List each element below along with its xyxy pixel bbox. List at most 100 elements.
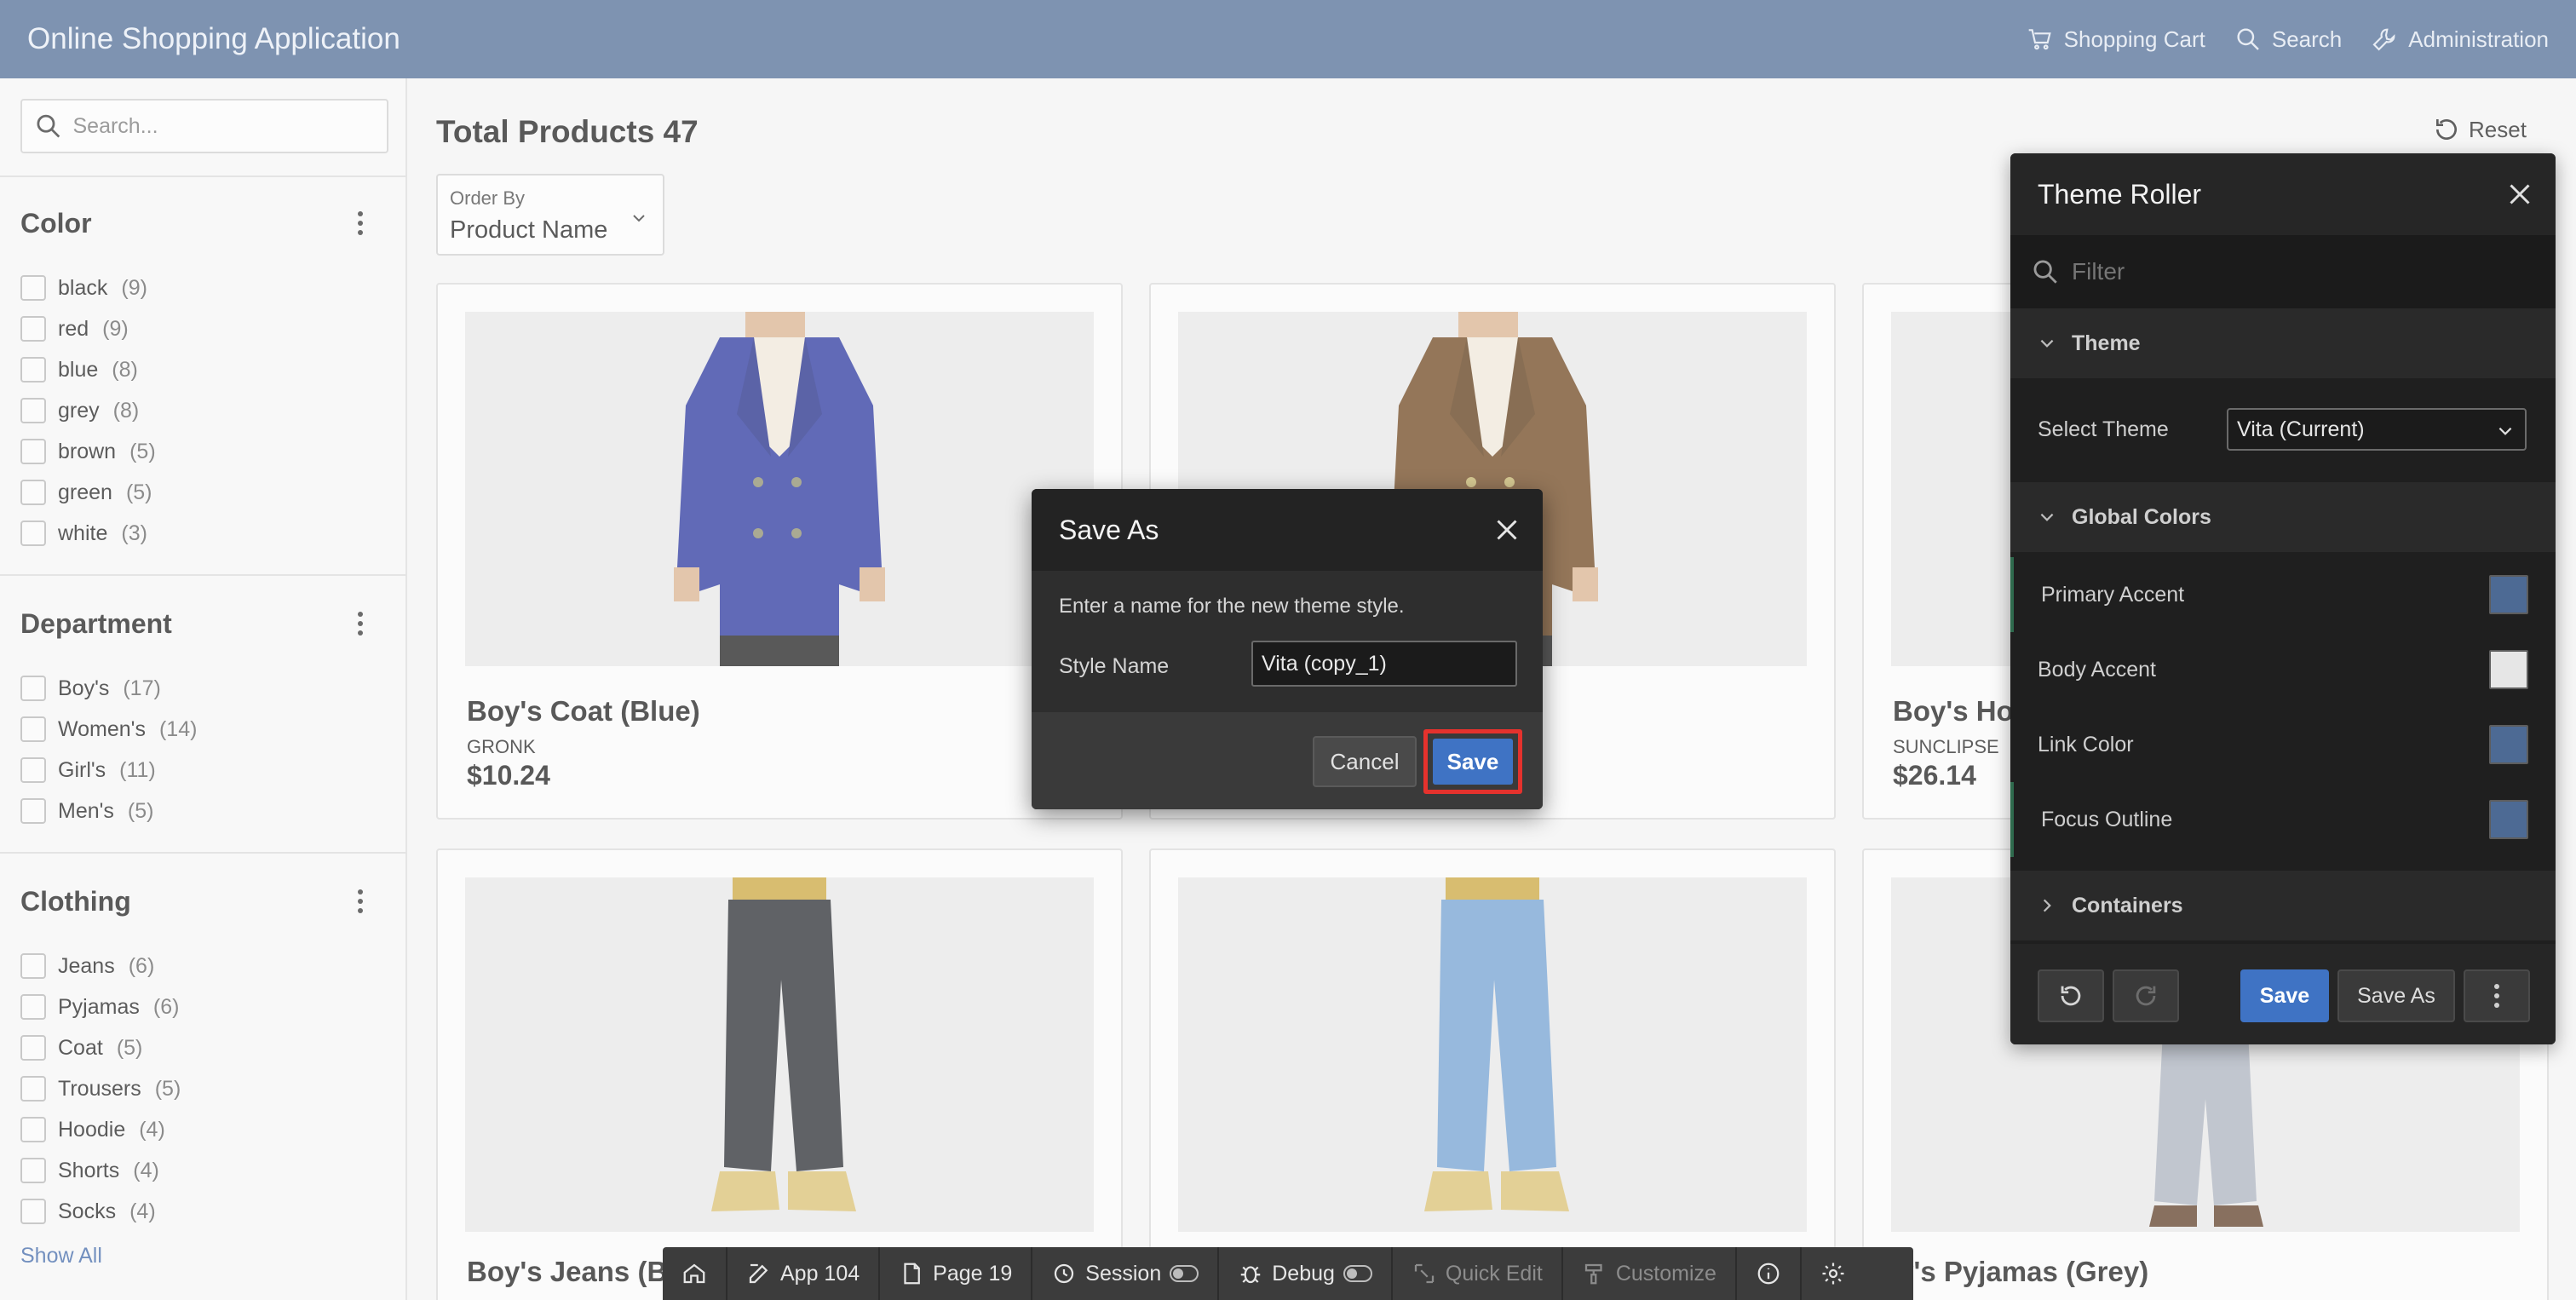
style-name-input[interactable] [1251,641,1517,687]
dialog-message: Enter a name for the new theme style. [1059,595,1405,618]
checkbox[interactable] [20,1158,46,1183]
theme-section-toggle[interactable]: Theme [2010,308,2556,378]
show-all-link[interactable]: Show All [20,1244,102,1268]
theme-save-as-button[interactable]: Save As [2337,969,2455,1022]
theme-roller-filter[interactable] [2010,235,2556,308]
facet-option[interactable]: Trousers (5) [20,1075,181,1102]
facet-option[interactable]: Coat (5) [20,1034,142,1061]
checkbox[interactable] [20,1076,46,1102]
app-label: App 104 [780,1261,860,1286]
debug-button[interactable]: Debug [1219,1247,1393,1300]
facet-option[interactable]: Girl's (11) [20,756,156,784]
checkbox[interactable] [20,1199,46,1224]
session-toggle[interactable] [1170,1265,1199,1282]
checkbox[interactable] [20,994,46,1020]
theme-save-button[interactable]: Save [2240,969,2329,1022]
option-count: (17) [123,676,161,700]
facet-option[interactable]: red (9) [20,315,129,342]
facet-option[interactable]: Shorts (4) [20,1157,159,1184]
close-icon[interactable] [2504,179,2535,210]
color-swatch[interactable] [2489,725,2528,764]
info-button[interactable] [1737,1247,1802,1300]
product-name[interactable]: Boy's Ho [1893,695,2014,728]
settings-button[interactable] [1802,1247,1865,1300]
checkbox[interactable] [20,480,46,505]
filter-input[interactable] [2072,258,2532,285]
reset-button[interactable]: Reset [2433,116,2527,143]
checkbox[interactable] [20,953,46,979]
product-image[interactable] [1178,877,1807,1232]
page-label: Page 19 [933,1261,1013,1286]
search-link[interactable]: Search [2234,26,2342,53]
color-swatch[interactable] [2489,575,2528,614]
product-name[interactable]: Boy's Jeans (Bl [467,1256,675,1288]
product-name[interactable]: Boy's Coat (Blue) [467,695,700,728]
facet-option[interactable]: Boy's (17) [20,675,161,702]
style-name-label: Style Name [1059,654,1170,678]
checkbox[interactable] [20,275,46,301]
dialog-footer: Cancel Save [1032,712,1543,809]
close-icon[interactable] [1492,515,1522,545]
product-price: $26.14 [1893,760,1976,791]
facet-option[interactable]: grey (8) [20,397,139,424]
product-card[interactable]: Boy's Jeans (Bl [436,848,1123,1300]
containers-section-toggle[interactable]: Containers [2010,871,2556,940]
facet-search-box[interactable] [20,99,388,153]
checkbox[interactable] [20,1117,46,1142]
checkbox[interactable] [20,1035,46,1061]
more-actions-button[interactable] [2464,969,2530,1022]
product-card[interactable] [1149,848,1836,1300]
checkbox[interactable] [20,676,46,701]
product-image[interactable] [465,877,1094,1232]
color-swatch[interactable] [2489,800,2528,839]
product-name[interactable]: oy's Pyjamas (Grey) [1881,1256,2148,1288]
order-by-select[interactable]: Order By Product Name [436,174,664,256]
quick-edit-button[interactable]: Quick Edit [1393,1247,1563,1300]
facet-option[interactable]: green (5) [20,479,152,506]
home-button[interactable] [663,1247,727,1300]
facet-actions-menu-clothing[interactable] [348,884,373,918]
save-button[interactable]: Save [1433,739,1513,785]
customize-button[interactable]: Customize [1563,1247,1737,1300]
facet-option[interactable]: Women's (14) [20,716,197,743]
debug-toggle[interactable] [1343,1265,1372,1282]
facet-option[interactable]: Men's (5) [20,797,153,825]
facet-option[interactable]: Jeans (6) [20,952,154,980]
redo-button[interactable] [2113,969,2179,1022]
facet-actions-menu-color[interactable] [348,206,373,240]
facet-option[interactable]: black (9) [20,274,147,302]
checkbox[interactable] [20,757,46,783]
select-theme-dropdown[interactable]: Vita (Current) [2227,408,2527,451]
page-button[interactable]: Page 19 [880,1247,1033,1300]
checkbox[interactable] [20,398,46,423]
search-label: Search [2271,26,2343,52]
app-title[interactable]: Online Shopping Application [27,22,400,56]
shopping-cart-link[interactable]: Shopping Cart [2027,26,2205,53]
app-button[interactable]: App 104 [727,1247,881,1300]
checkbox[interactable] [20,798,46,824]
undo-button[interactable] [2038,969,2104,1022]
facet-actions-menu-department[interactable] [348,607,373,641]
checkbox[interactable] [20,716,46,742]
checkbox[interactable] [20,357,46,383]
color-row-body-accent: Body Accent [2010,632,2556,707]
session-button[interactable]: Session [1032,1247,1220,1300]
facet-option[interactable]: Hoodie (4) [20,1116,165,1143]
checkbox[interactable] [20,521,46,546]
global-colors-section-toggle[interactable]: Global Colors [2010,482,2556,552]
product-card[interactable]: Boy's Coat (Blue) GRONK $10.24 [436,283,1123,820]
facet-option[interactable]: blue (8) [20,356,138,383]
facet-option[interactable]: brown (5) [20,438,156,465]
administration-link[interactable]: Administration [2371,26,2549,53]
global-colors-label: Global Colors [2072,504,2211,529]
facet-search-input[interactable] [72,113,375,139]
cancel-button[interactable]: Cancel [1313,736,1417,787]
facet-option[interactable]: Socks (4) [20,1198,156,1225]
checkbox[interactable] [20,439,46,464]
facet-option[interactable]: white (3) [20,520,147,547]
checkbox[interactable] [20,316,46,342]
session-label: Session [1085,1261,1162,1286]
product-image[interactable] [465,312,1094,666]
facet-option[interactable]: Pyjamas (6) [20,993,179,1021]
color-swatch[interactable] [2489,650,2528,689]
